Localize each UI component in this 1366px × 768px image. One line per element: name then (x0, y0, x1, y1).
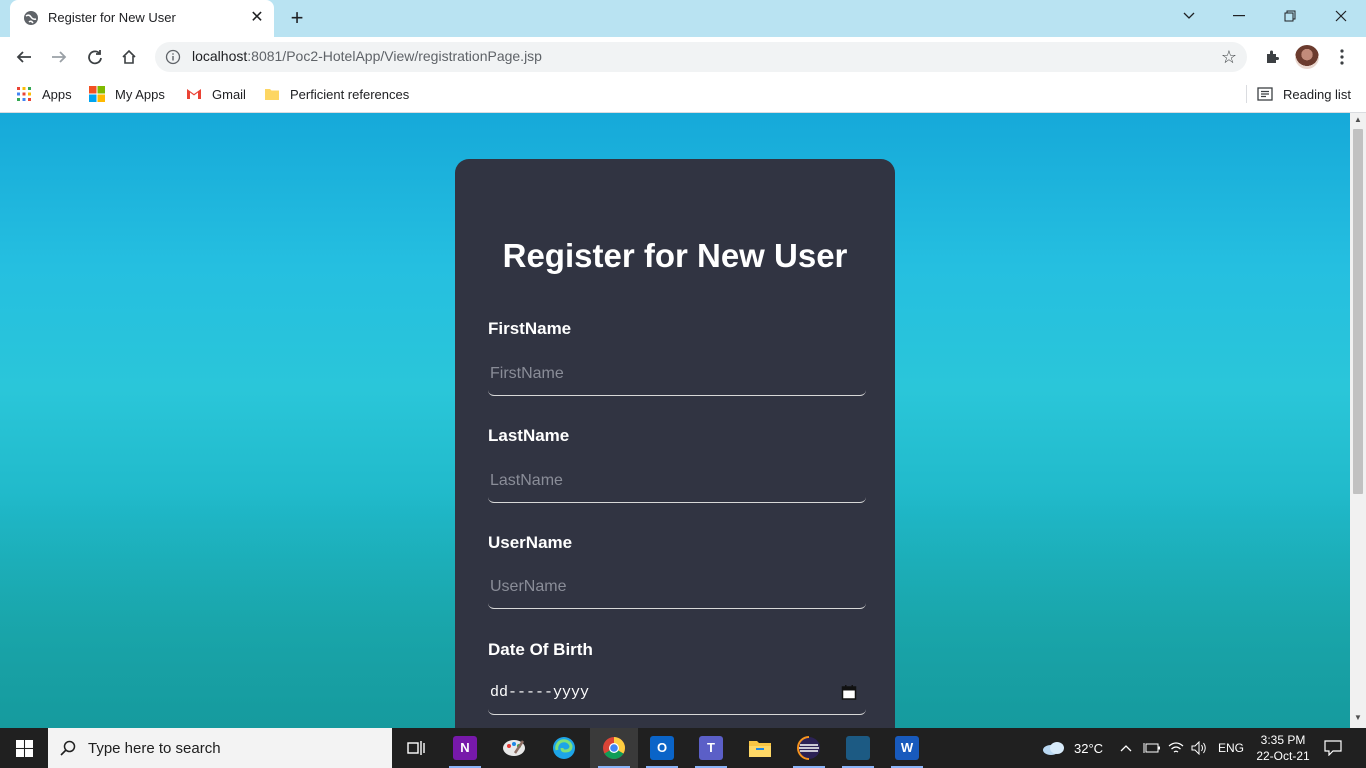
reading-list-icon (1257, 87, 1273, 101)
profile-avatar[interactable] (1295, 45, 1319, 69)
battery-icon[interactable] (1143, 728, 1161, 768)
dob-placeholder: dd-----yyyy (490, 684, 590, 701)
wifi-icon[interactable] (1168, 728, 1184, 768)
minimize-icon[interactable] (1214, 0, 1264, 32)
calendar-icon[interactable] (841, 684, 857, 700)
reading-list-button[interactable]: Reading list (1257, 84, 1351, 104)
bookmark-star-icon[interactable]: ☆ (1221, 47, 1237, 68)
registration-card: Register for New User FirstName LastName… (455, 159, 895, 728)
bookmark-label: My Apps (115, 86, 165, 102)
cloud-icon (1043, 742, 1064, 755)
bookmark-label: Perficient references (290, 86, 410, 102)
firstname-label: FirstName (488, 319, 572, 338)
clock-date: 22-Oct-21 (1256, 749, 1310, 763)
weather-widget[interactable]: 32°C (1042, 728, 1103, 768)
show-hidden-icons-chevron-icon[interactable] (1120, 728, 1132, 768)
windows-start-icon[interactable] (0, 728, 48, 768)
chrome-icon[interactable] (590, 728, 638, 768)
bookmarks-bar: Apps My Apps Gmail Perficient references… (0, 77, 1366, 113)
edge-icon[interactable] (540, 728, 588, 768)
browser-toolbar: localhost:8081/Poc2-HotelApp/View/regist… (0, 37, 1366, 77)
home-icon[interactable] (117, 45, 141, 69)
gmail-icon (187, 89, 201, 99)
close-tab-icon[interactable]: ✕ (248, 9, 266, 27)
folder-icon (265, 89, 279, 100)
forward-arrow-icon[interactable] (47, 45, 71, 69)
url-text: localhost:8081/Poc2-HotelApp/View/regist… (192, 48, 542, 64)
lastname-label: LastName (488, 426, 570, 445)
restore-icon[interactable] (1265, 0, 1315, 32)
bookmark-apps[interactable]: Apps (16, 84, 72, 104)
teams-icon[interactable]: T (687, 728, 735, 768)
page-background: Register for New User FirstName LastName… (0, 113, 1350, 728)
bookmarks-divider (1246, 85, 1247, 103)
browser-tab[interactable]: Register for New User ✕ (10, 0, 274, 37)
extensions-puzzle-icon[interactable] (1260, 45, 1284, 69)
info-icon[interactable] (165, 49, 181, 65)
bookmark-label: Apps (42, 86, 72, 102)
tab-title: Register for New User (48, 10, 176, 25)
new-tab-icon[interactable]: + (285, 7, 309, 31)
scroll-thumb[interactable] (1353, 129, 1363, 494)
scroll-down-arrow-icon[interactable]: ▼ (1350, 713, 1366, 725)
tab-search-icon[interactable] (1164, 0, 1214, 32)
eclipse-icon[interactable] (785, 728, 833, 768)
task-view-icon[interactable] (392, 728, 440, 768)
mysql-workbench-icon[interactable] (834, 728, 882, 768)
outlook-icon[interactable]: O (638, 728, 686, 768)
search-placeholder: Type here to search (88, 740, 221, 757)
back-arrow-icon[interactable] (12, 45, 36, 69)
url-host: localhost (192, 48, 248, 64)
firstname-input[interactable] (488, 352, 866, 396)
tab-strip: Register for New User ✕ + (0, 0, 1366, 37)
page-scrollbar[interactable]: ▲ ▼ (1350, 113, 1366, 728)
paint-icon[interactable] (490, 728, 538, 768)
page-title: Register for New User (502, 237, 848, 274)
search-icon (60, 740, 76, 756)
menu-kebab-icon[interactable] (1330, 45, 1354, 69)
taskbar-clock[interactable]: 3:35 PM 22-Oct-21 (1248, 732, 1318, 764)
file-explorer-icon[interactable] (736, 728, 784, 768)
reading-list-label: Reading list (1283, 86, 1351, 102)
microsoft-logo-icon (89, 86, 105, 102)
url-path: :8081/Poc2-HotelApp/View/registrationPag… (247, 48, 542, 64)
word-icon[interactable]: W (883, 728, 931, 768)
taskbar-search-box[interactable]: Type here to search (48, 728, 392, 768)
weather-temp: 32°C (1074, 740, 1104, 756)
language-indicator[interactable]: ENG (1218, 728, 1244, 768)
bookmark-my-apps[interactable]: My Apps (89, 84, 165, 104)
clock-time: 3:35 PM (1260, 733, 1306, 747)
bookmark-label: Gmail (212, 86, 246, 102)
username-label: UserName (488, 533, 573, 552)
volume-icon[interactable] (1191, 728, 1207, 768)
bookmark-perficient-references[interactable]: Perficient references (264, 84, 409, 104)
windows-taskbar: Type here to search N O T W 32°C ENG 3:3… (0, 728, 1366, 768)
scroll-up-arrow-icon[interactable]: ▲ (1350, 115, 1366, 127)
notifications-icon[interactable] (1324, 728, 1342, 768)
apps-grid-icon (17, 87, 31, 101)
onenote-icon[interactable]: N (441, 728, 489, 768)
dob-label: Date Of Birth (488, 640, 593, 659)
close-window-icon[interactable] (1316, 0, 1366, 32)
address-bar[interactable]: localhost:8081/Poc2-HotelApp/View/regist… (155, 42, 1247, 72)
globe-icon (24, 11, 38, 25)
username-input[interactable] (488, 565, 866, 609)
bookmark-gmail[interactable]: Gmail (186, 84, 246, 104)
lastname-input[interactable] (488, 459, 866, 503)
reload-icon[interactable] (83, 45, 107, 69)
